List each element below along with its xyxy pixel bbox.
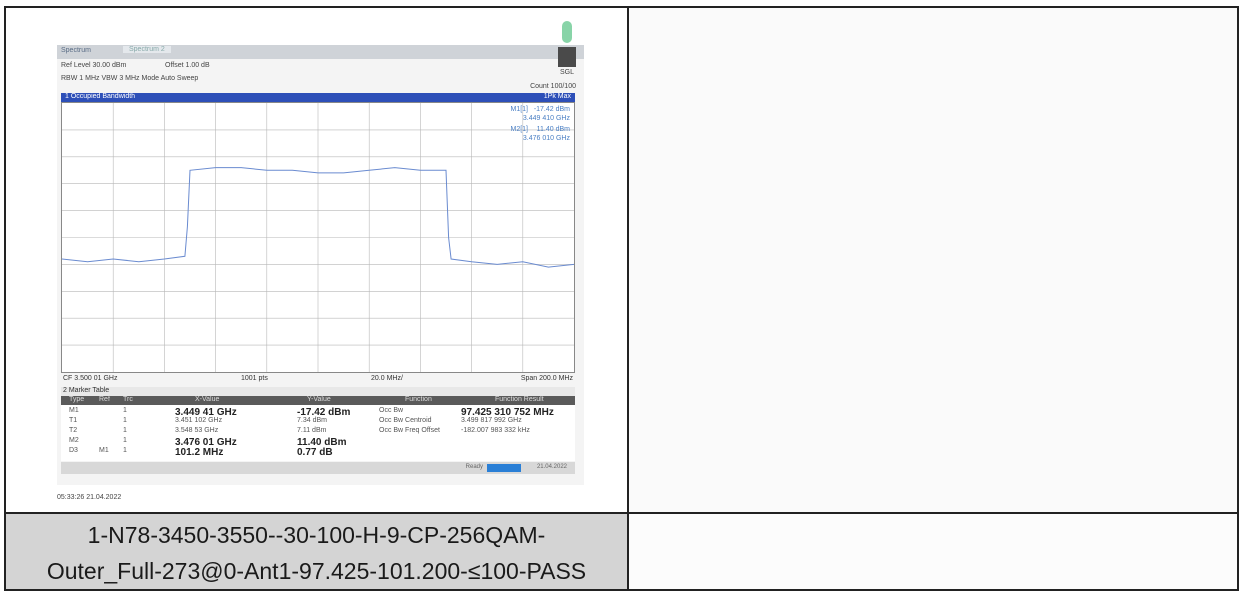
rbw-line: RBW 1 MHz VBW 3 MHz Mode Auto Sweep [61, 75, 199, 82]
col-function-result: Function Result [495, 396, 544, 403]
center-freq: CF 3.500 01 GHz [63, 375, 118, 382]
per-div-label: 20.0 MHz/ [371, 375, 403, 382]
axis-footer: CF 3.500 01 GHz 1001 pts 20.0 MHz/ Span … [61, 375, 575, 385]
col-trc: Trc [123, 396, 133, 403]
status-bar: Ready 21.04.2022 [61, 462, 575, 474]
marker-row-type: M1 [69, 407, 79, 414]
marker-row-y: 7.34 dBm [297, 417, 327, 424]
marker-row-trc: 1 [123, 417, 127, 424]
column-divider [627, 8, 629, 589]
marker-row-type: D3 [69, 447, 78, 454]
marker-row-type: T1 [69, 417, 78, 424]
marker-row-x: 3.451 102 GHz [175, 417, 223, 424]
marker-row-y: 0.77 dB [297, 447, 333, 458]
marker-row-trc: 1 [123, 427, 127, 434]
m1-readout-freq: 3.449 410 GHz [522, 115, 570, 122]
m2-readout-label: M2[1] [510, 126, 528, 133]
col-type: Type [69, 396, 85, 403]
spectrum-chart-svg [62, 103, 574, 372]
marker-table-title: 2 Marker Table [61, 387, 575, 396]
marker-row-type: T2 [69, 427, 78, 434]
span-label: Span 200.0 MHz [520, 375, 573, 382]
marker-row-func: Occ Bw [379, 407, 404, 414]
row-divider [6, 512, 1237, 514]
window-title: 1 Occupied Bandwidth [65, 93, 136, 100]
points-label: 1001 pts [241, 375, 268, 382]
analyzer-tab-bar: Spectrum Spectrum 2 [57, 45, 584, 59]
col-function: Function [405, 396, 432, 403]
marker-row-ref: M1 [99, 447, 109, 454]
col-ref: Ref [99, 396, 110, 403]
marker-table-title-text: 2 Marker Table [63, 387, 110, 394]
marker-table-header: Type Ref Trc X-Value Y-Value Function Fu… [61, 396, 575, 405]
m2-readout-freq: 3.476 010 GHz [522, 135, 570, 142]
offset: Offset 1.00 dB [165, 62, 210, 69]
marker-table-body: M1 1 3.449 41 GHz -17.42 dBm Occ Bw 97.425 31… [61, 405, 575, 461]
empty-cell-top-right [629, 8, 1237, 512]
status-indicator-icon [562, 21, 572, 43]
empty-cell-bottom-right [629, 514, 1237, 589]
marker-row-x: 3.548 53 GHz [175, 427, 219, 434]
ref-level: Ref Level 30.00 dBm [61, 62, 127, 69]
marker-row-x: 101.2 MHz [175, 447, 224, 458]
marker-row-result: 3.499 817 992 GHz [461, 417, 522, 424]
marker-row-trc: 1 [123, 437, 127, 444]
table-frame: 1-N78-3450-3550--30-100-H-9-CP-256QAM- O… [4, 6, 1239, 591]
marker-row-func: Occ Bw Centroid [379, 417, 432, 424]
marker-row-trc: 1 [123, 407, 127, 414]
caption-line-1: 1-N78-3450-3550--30-100-H-9-CP-256QAM- [87, 522, 546, 548]
analyzer-screenshot: Spectrum Spectrum 2 Ref Level 30.00 dBm … [57, 21, 584, 501]
caption-line-2: Outer_Full-273@0-Ant1-97.425-101.200-≤10… [46, 558, 587, 584]
marker-row-result: -182.007 983 332 kHz [461, 427, 530, 434]
col-y-value: Y-Value [307, 396, 331, 403]
window-title-bar: 1 Occupied Bandwidth 1Pk Max [61, 93, 575, 102]
m2-readout-value: 11.40 dBm [536, 126, 570, 133]
count-label: Count 100/100 [530, 83, 576, 90]
tab-spectrum: Spectrum [61, 47, 91, 54]
marker-row-y: 7.11 dBm [297, 427, 327, 434]
sgl-label: SGL [559, 69, 574, 76]
marker-row-func: Occ Bw Freq Offset [379, 427, 440, 434]
status-text: Ready [465, 464, 483, 470]
trace-mode: 1Pk Max [543, 93, 571, 100]
col-x-value: X-Value [195, 396, 220, 403]
caption-cell: 1-N78-3450-3550--30-100-H-9-CP-256QAM- O… [6, 514, 627, 589]
tab-spectrum-2: Spectrum 2 [123, 46, 171, 53]
m1-readout-value: -17.42 dBm [533, 106, 570, 113]
menu-button[interactable] [558, 47, 576, 67]
spectrum-plot: M1[1] -17.42 dBm 3.449 410 GHz M2[1] 11.… [61, 102, 575, 373]
m1-readout-label: M1[1] [510, 106, 528, 113]
marker-row-trc: 1 [123, 447, 127, 454]
timestamp: 05:33:26 21.04.2022 [57, 494, 122, 501]
status-progress[interactable] [487, 464, 521, 472]
marker-row-type: M2 [69, 437, 79, 444]
status-text-2: 21.04.2022 [536, 464, 567, 470]
